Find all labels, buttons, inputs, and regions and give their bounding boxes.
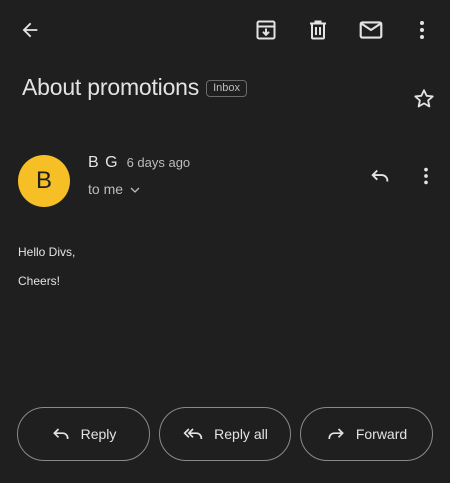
- body-line: Cheers!: [18, 274, 61, 288]
- top-app-bar: [0, 0, 450, 60]
- archive-icon: [256, 20, 276, 40]
- chevron-down-icon: [130, 187, 140, 193]
- email-subject: About promotions: [22, 74, 200, 100]
- reply-all-button[interactable]: Reply all: [159, 407, 291, 461]
- body-line: Hello Divs,: [18, 245, 76, 259]
- reply-all-icon: [183, 428, 203, 439]
- archive-button[interactable]: [246, 10, 286, 50]
- reply-all-label: Reply all: [214, 426, 268, 442]
- star-outline-icon: [414, 89, 434, 108]
- star-button[interactable]: [404, 79, 444, 119]
- message-more-options-button[interactable]: [406, 156, 446, 196]
- sent-time: 6 days ago: [126, 155, 191, 170]
- delete-icon: [310, 20, 326, 40]
- more-options-button[interactable]: [402, 10, 442, 50]
- forward-label: Forward: [355, 426, 408, 442]
- reply-icon: [371, 169, 389, 182]
- forward-icon: [328, 428, 344, 439]
- sender-avatar[interactable]: B: [18, 155, 70, 207]
- email-body: Hello Divs, Cheers!: [18, 244, 75, 302]
- recipient-label: to me: [88, 181, 124, 197]
- reply-icon: [52, 428, 69, 439]
- sender-line: B G 6 days ago: [88, 154, 190, 172]
- more-vert-icon: [420, 21, 424, 39]
- reply-icon-button[interactable]: [360, 156, 400, 196]
- forward-button[interactable]: Forward: [300, 407, 433, 461]
- reply-label: Reply: [80, 426, 117, 442]
- avatar-letter: B: [35, 167, 52, 194]
- sender-name[interactable]: B G: [88, 154, 119, 172]
- more-vert-icon: [424, 167, 428, 185]
- arrow-back-icon: [22, 22, 38, 38]
- mark-unread-button[interactable]: [351, 10, 391, 50]
- subject-row: About promotions Inbox: [22, 74, 247, 101]
- mail-icon: [359, 21, 383, 39]
- inbox-label-chip[interactable]: Inbox: [206, 80, 247, 97]
- reply-actions: Reply Reply all Forward: [17, 407, 433, 461]
- email-view: About promotions Inbox B B G 6 days ago …: [0, 0, 450, 483]
- recipient-details-toggle[interactable]: to me: [88, 181, 141, 197]
- back-button[interactable]: [10, 10, 50, 50]
- delete-button[interactable]: [298, 10, 338, 50]
- reply-button[interactable]: Reply: [17, 407, 150, 461]
